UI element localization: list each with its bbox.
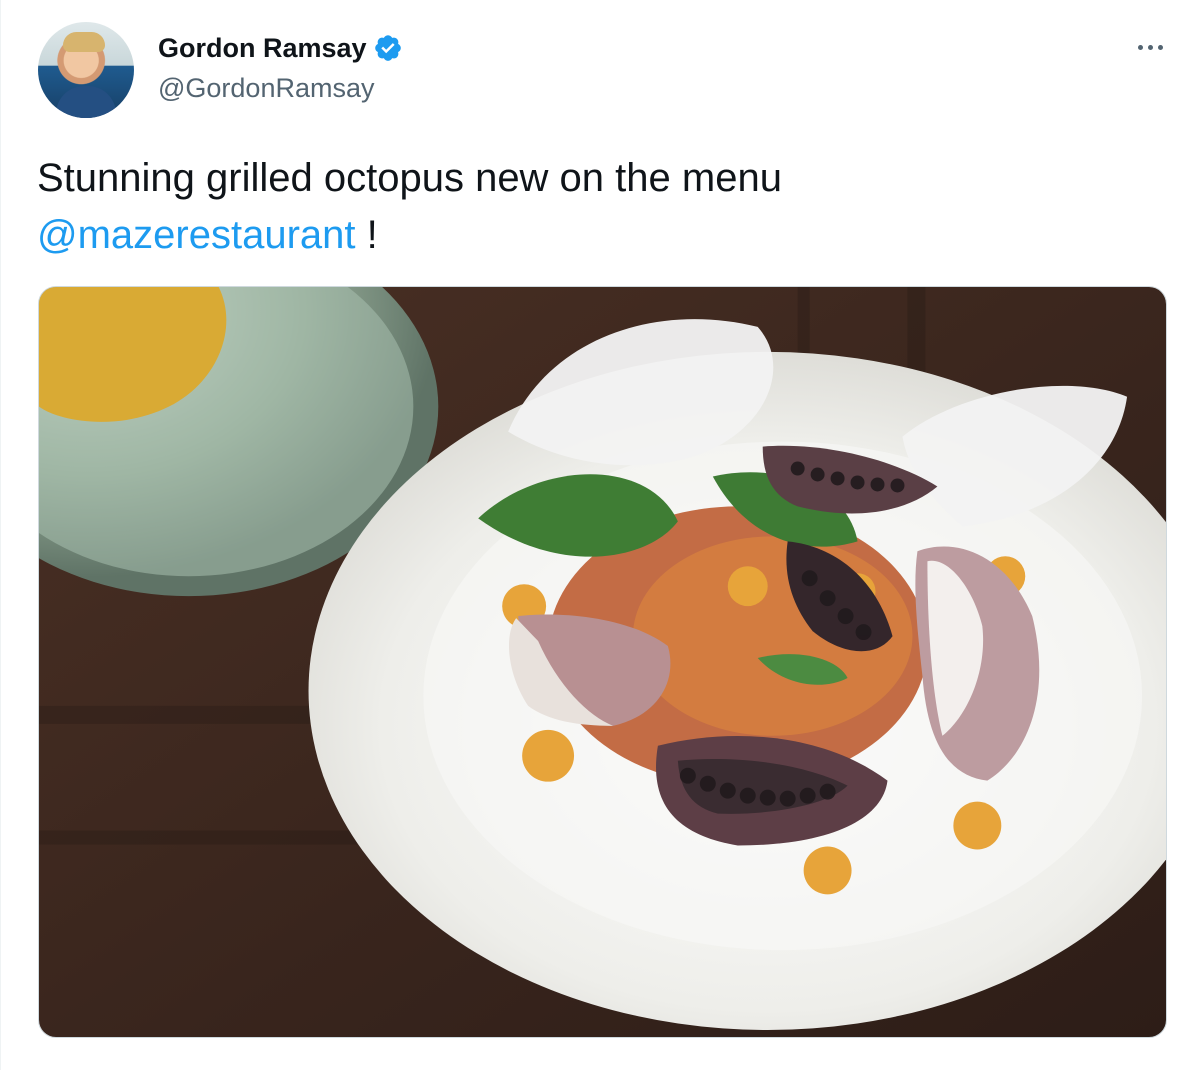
more-options-icon xyxy=(1137,44,1143,50)
author-avatar[interactable] xyxy=(38,22,134,118)
more-options-icon xyxy=(1147,44,1153,50)
display-name-row: Gordon Ramsay xyxy=(158,31,403,65)
author-info: Gordon Ramsay @GordonRamsay xyxy=(158,31,403,105)
tweet-trailing-text: ! xyxy=(355,213,378,257)
mention-link[interactable]: @mazerestaurant xyxy=(37,213,356,257)
verified-badge-icon xyxy=(373,33,403,63)
more-options-button[interactable] xyxy=(1129,30,1171,64)
more-options-icon xyxy=(1157,44,1163,50)
author-handle[interactable]: @GordonRamsay xyxy=(158,71,403,105)
tweet-card: Gordon Ramsay @GordonRamsay Stunning gri… xyxy=(0,0,1194,1070)
tweet-media-image[interactable] xyxy=(38,286,1167,1038)
author-display-name[interactable]: Gordon Ramsay xyxy=(158,31,367,65)
food-photo-image xyxy=(39,287,1166,1037)
tweet-text: Stunning grilled octopus new on the menu… xyxy=(37,150,1127,264)
tweet-body: Stunning grilled octopus new on the menu xyxy=(37,156,782,200)
